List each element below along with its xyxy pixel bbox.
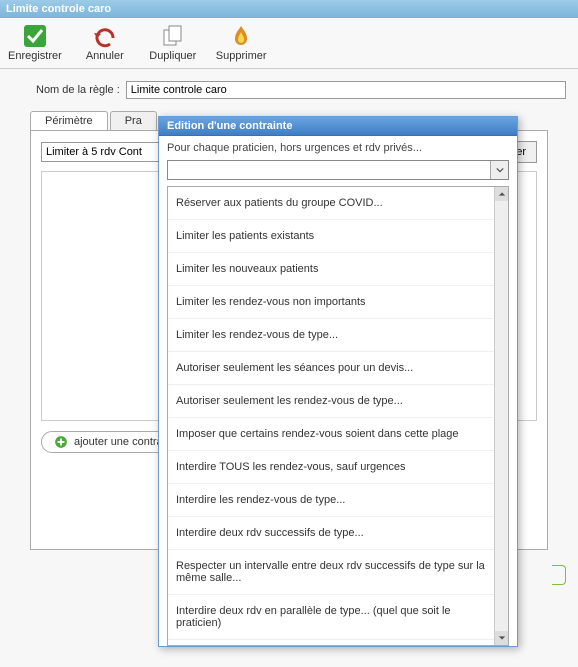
check-icon [23,24,47,48]
scroll-up-icon[interactable] [495,187,508,201]
constraint-option[interactable]: Limiter les nouveaux patients [168,253,494,286]
decorative-accent [552,565,566,585]
constraint-option[interactable]: Autoriser seulement les rendez-vous de t… [168,385,494,418]
save-label: Enregistrer [8,50,62,62]
window-titlebar: Limite controle caro [0,0,578,18]
rule-name-label: Nom de la règle : [36,84,120,96]
constraint-options-list: Réserver aux patients du groupe COVID...… [167,186,509,646]
dialog-title: Edition d'une contrainte [159,117,517,136]
save-button[interactable]: Enregistrer [8,24,62,62]
delete-button[interactable]: Supprimer [216,24,267,62]
rule-name-input[interactable] [126,81,566,99]
constraint-option[interactable]: Limiter les patients existants [168,220,494,253]
duplicate-label: Dupliquer [149,50,196,62]
edit-constraint-dialog: Edition d'une contrainte Pour chaque pra… [158,116,518,647]
scroll-down-icon[interactable] [495,631,508,645]
constraint-option[interactable]: Autoriser seulement les séances pour un … [168,352,494,385]
constraint-option[interactable]: Limiter les rendez-vous de type... [168,319,494,352]
tab-pra[interactable]: Pra [110,111,157,130]
cancel-button[interactable]: Annuler [80,24,130,62]
constraint-option[interactable]: Interdire deux rdv successifs de type... [168,517,494,550]
constraint-option[interactable]: Réserver aux patients du groupe COVID... [168,187,494,220]
constraint-option[interactable]: Interdire les rendez-vous de type... [168,484,494,517]
constraint-option[interactable]: Imposer que certains rendez-vous soient … [168,418,494,451]
duplicate-icon [161,24,185,48]
undo-arrow-icon [93,24,117,48]
combo-input[interactable] [168,161,490,179]
add-constraint-label: ajouter une contrai [74,436,165,448]
scrollbar[interactable] [494,187,508,645]
tab-perimetre[interactable]: Périmètre [30,111,108,130]
duplicate-button[interactable]: Dupliquer [148,24,198,62]
window-title: Limite controle caro [6,3,111,15]
constraint-option[interactable]: Interdire deux rdv en parallèle de type.… [168,595,494,640]
constraint-option[interactable]: Respecter un intervalle entre deux rdv s… [168,550,494,595]
flame-icon [229,24,253,48]
constraint-option[interactable]: Interdire TOUS les rendez-vous, sauf urg… [168,451,494,484]
delete-label: Supprimer [216,50,267,62]
dialog-subtitle: Pour chaque praticien, hors urgences et … [167,142,509,154]
plus-icon [54,435,68,449]
toolbar: Enregistrer Annuler Dupliquer Supprimer [0,18,578,69]
constraint-type-combo[interactable] [167,160,509,180]
constraint-option[interactable]: Limiter les rendez-vous non importants [168,286,494,319]
cancel-label: Annuler [86,50,124,62]
chevron-down-icon[interactable] [490,161,508,179]
